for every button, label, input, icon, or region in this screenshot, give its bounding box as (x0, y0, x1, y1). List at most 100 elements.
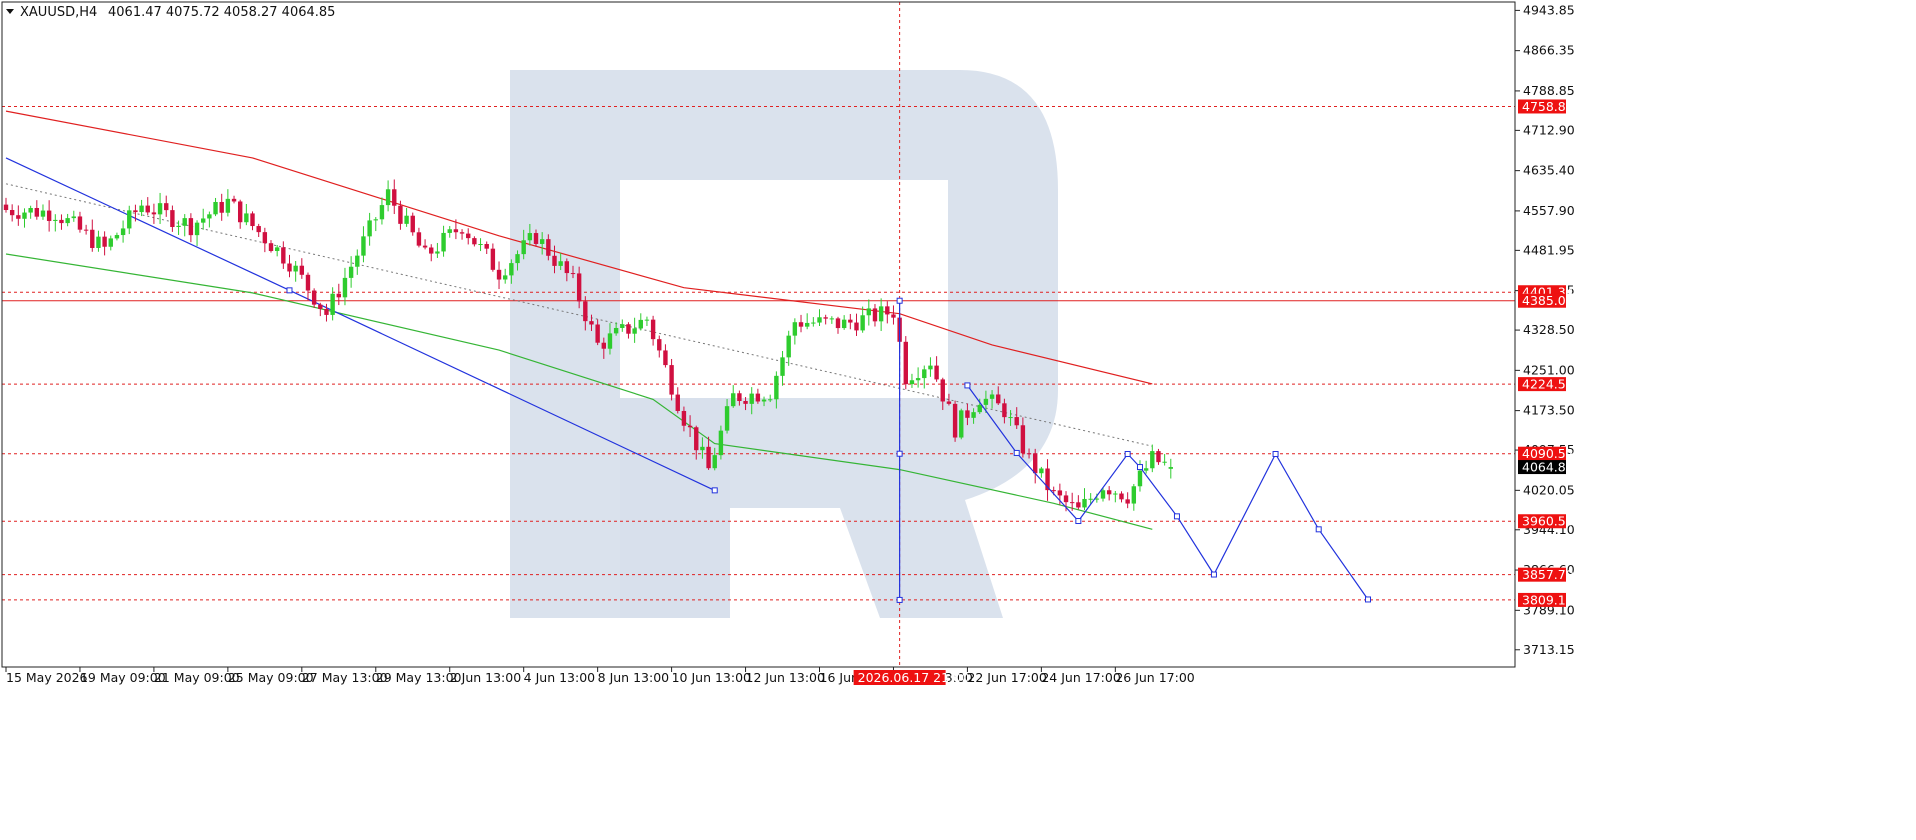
x-tick-label: 29 May 13:00 (376, 670, 462, 685)
price-chart[interactable]: 4943.85 4866.35 4788.85 4712.90 4635.40 4557.… (0, 0, 1916, 840)
candle-body (59, 219, 64, 224)
candle-body (835, 318, 841, 329)
y-tick-label: 3713.15 (1523, 642, 1575, 657)
candle-body (1002, 403, 1007, 418)
candle-body (151, 212, 157, 215)
candle-body (1106, 490, 1112, 495)
forecast-node (1315, 526, 1322, 533)
candle-body (244, 213, 249, 223)
candle-body (552, 255, 557, 266)
candle-body (429, 247, 434, 254)
candle-body (928, 365, 933, 370)
measure-node (896, 596, 903, 603)
candle-body (102, 236, 107, 247)
candle-body (416, 232, 422, 246)
brand-watermark-logo (510, 70, 1058, 618)
watermark-r-stem (620, 398, 730, 618)
candle-body (743, 401, 748, 404)
dropdown-triangle-icon[interactable] (6, 9, 14, 14)
candle-body (885, 306, 890, 315)
candle-body (188, 218, 194, 236)
candle-body (675, 394, 680, 411)
candle-body (318, 304, 323, 309)
candle-body (502, 275, 508, 280)
x-tick-label: 22 Jun 17:00 (967, 670, 1046, 685)
candle-body (792, 322, 798, 336)
candle-body (157, 203, 163, 215)
candle-body (570, 273, 576, 275)
candle-body (971, 412, 976, 418)
candle-body (1051, 490, 1056, 492)
forecast-node (1013, 449, 1020, 456)
candle-body (915, 378, 921, 381)
current-price-label: 4064.85 (1522, 460, 1574, 475)
candle-body (348, 266, 354, 278)
candle-body (330, 293, 335, 315)
y-tick-label: 4635.40 (1523, 163, 1575, 178)
candle-body (1100, 490, 1106, 499)
wave-node (286, 287, 293, 294)
candle-body (669, 365, 674, 395)
x-tick-label: 25 May 09:00 (228, 670, 314, 685)
candle-body (934, 365, 939, 380)
level-price-label: 4385.01 (1522, 293, 1574, 308)
x-tick-label: 12 Jun 13:00 (746, 670, 825, 685)
candle-body (22, 212, 27, 219)
candle-body (299, 265, 305, 275)
candle-body (281, 247, 286, 264)
y-tick-label: 4788.85 (1523, 83, 1575, 98)
candle-body (1008, 417, 1013, 419)
candle-body (576, 273, 582, 302)
candle-body (441, 232, 446, 252)
forecast-node (1365, 596, 1372, 603)
candle-body (1162, 461, 1167, 463)
candle-body (250, 213, 255, 227)
candle-body (447, 229, 452, 233)
candle-body (681, 410, 687, 426)
crosshair-time-label: 2026.06.17 21:00 (858, 670, 970, 685)
candle-body (1143, 468, 1149, 471)
candle-body (546, 239, 551, 256)
y-tick-label: 4943.85 (1523, 2, 1575, 17)
candle-body (83, 229, 89, 231)
candle-body (237, 201, 243, 223)
candle-body (786, 335, 791, 358)
candle-body (613, 327, 619, 334)
forecast-node (964, 382, 971, 389)
candle-body (367, 220, 372, 237)
candle-body (731, 393, 736, 407)
candle-body (878, 306, 884, 322)
candle-body (1088, 498, 1093, 500)
candle-body (1137, 470, 1143, 487)
y-tick-label: 4328.50 (1523, 322, 1575, 337)
price-axis: 4943.85 4866.35 4788.85 4712.90 4635.40 4557.… (1515, 2, 1575, 657)
candle-body (1082, 498, 1087, 508)
candle-body (404, 215, 409, 224)
candle-body (16, 215, 21, 219)
candle-body (127, 210, 132, 229)
candle-body (952, 403, 958, 438)
candle-body (435, 251, 440, 254)
candle-body (922, 369, 927, 379)
level-price-label: 3857.70 (1522, 567, 1574, 582)
candle-body (34, 208, 40, 217)
candle-body (108, 238, 113, 247)
candle-body (1039, 468, 1044, 474)
candle-body (817, 317, 822, 323)
candle-body (120, 228, 126, 236)
candle-body (700, 446, 705, 451)
level-price-label: 4758.89 (1522, 99, 1574, 114)
candle-body (268, 243, 274, 252)
candle-body (601, 342, 607, 349)
candle-body (484, 244, 489, 249)
candle-body (737, 393, 742, 402)
forecast-node (1272, 450, 1279, 457)
candle-body (1063, 495, 1069, 503)
candle-body (256, 226, 261, 233)
candle-body (311, 290, 317, 305)
candle-body (509, 263, 514, 276)
candle-body (1150, 451, 1155, 469)
candle-body (909, 380, 915, 385)
candle-body (53, 219, 58, 221)
candle-body (626, 324, 631, 334)
